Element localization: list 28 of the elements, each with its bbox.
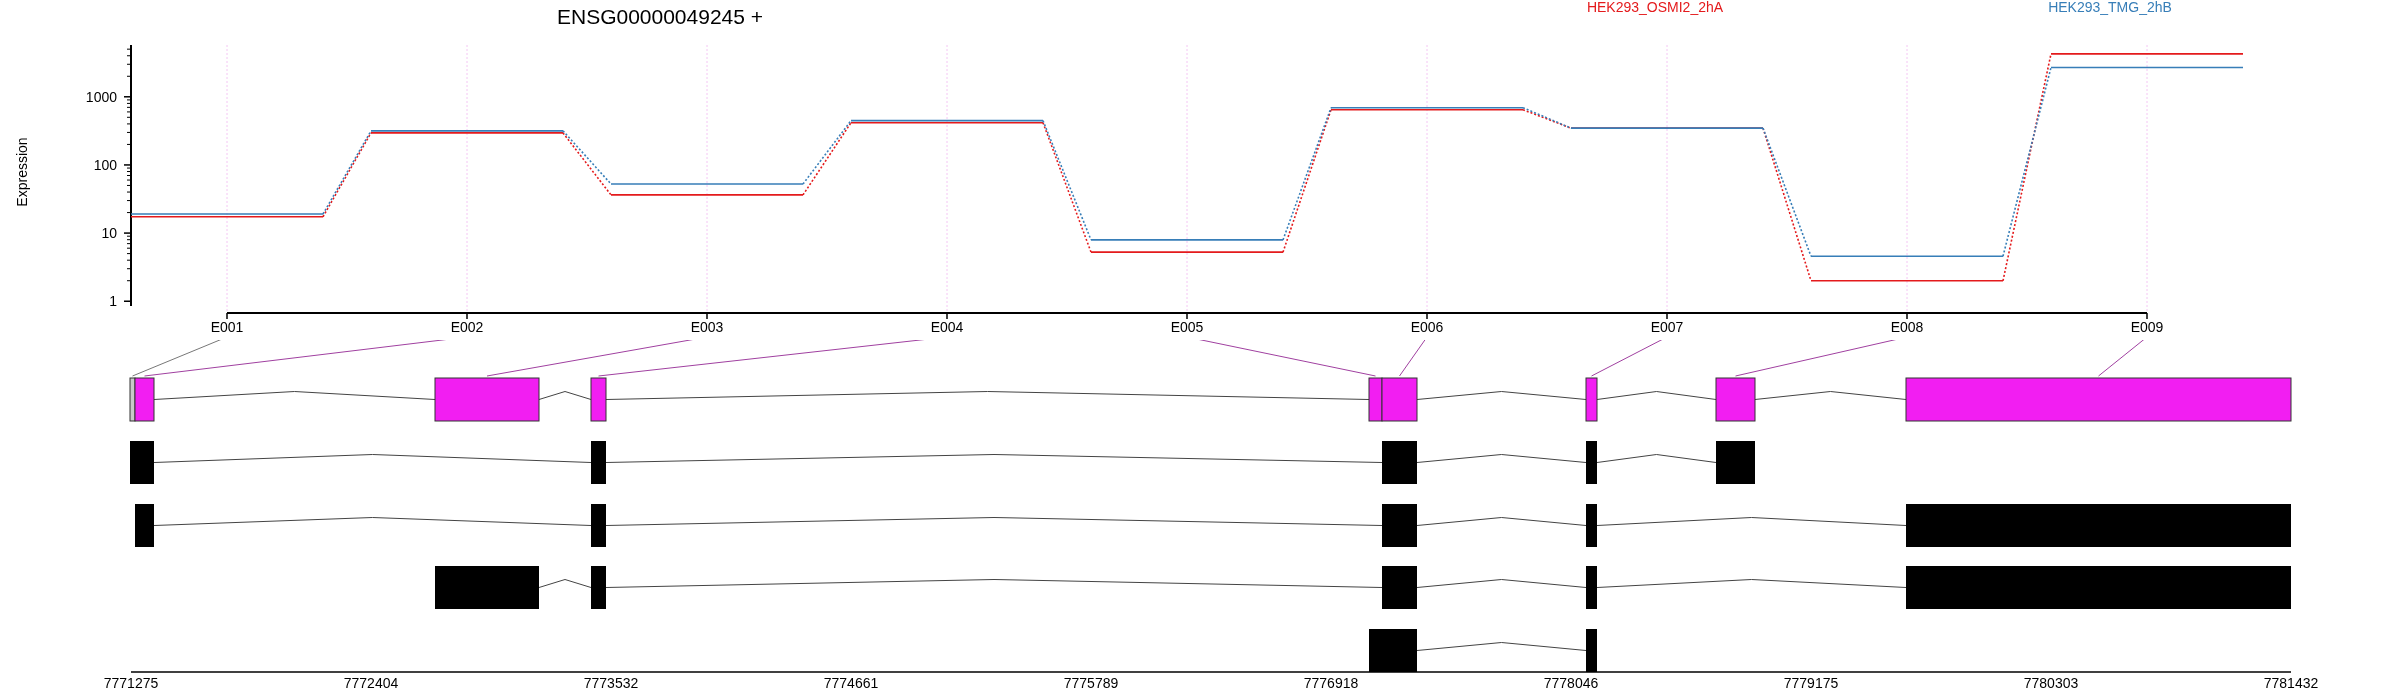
legend-label: HEK293_OSMI2_2hA [1586,0,1724,15]
x-tick-label: E004 [930,319,964,335]
genomic-position-label: 7779175 [1783,675,1839,691]
x-tick-label: E006 [1410,319,1444,335]
genomic-position-label: 7771275 [103,675,159,691]
x-tick-label: E007 [1650,319,1684,335]
chart-title: ENSG00000049245 + [556,5,764,28]
legend-label: HEK293_TMG_2hB [2048,0,2172,15]
y-tick-label: 1 [109,293,117,310]
y-tick-label: 10 [101,225,117,242]
genomic-position-label: 7781432 [2263,675,2319,691]
genomic-position-label: 7773532 [583,675,639,691]
genomic-position-label: 7772404 [343,675,399,691]
y-tick-label: 100 [93,156,117,173]
x-tick-label: E002 [450,319,484,335]
x-tick-label: E003 [690,319,724,335]
leader-line [1399,340,1428,377]
x-tick-label: E005 [1170,319,1204,335]
x-tick-label: E009 [2130,319,2164,335]
y-axis-label: Expression [14,137,30,207]
genomic-position-label: 7774661 [823,675,879,691]
y-tick-label: 1000 [85,88,117,105]
genomic-position-label: 7778046 [1543,675,1599,691]
genomic-position-label: 7775789 [1063,675,1119,691]
genomic-position-label: 7780303 [2023,675,2079,691]
genomic-position-label: 7776918 [1303,675,1359,691]
x-tick-label: E008 [1890,319,1924,335]
x-tick-label: E001 [210,319,244,335]
